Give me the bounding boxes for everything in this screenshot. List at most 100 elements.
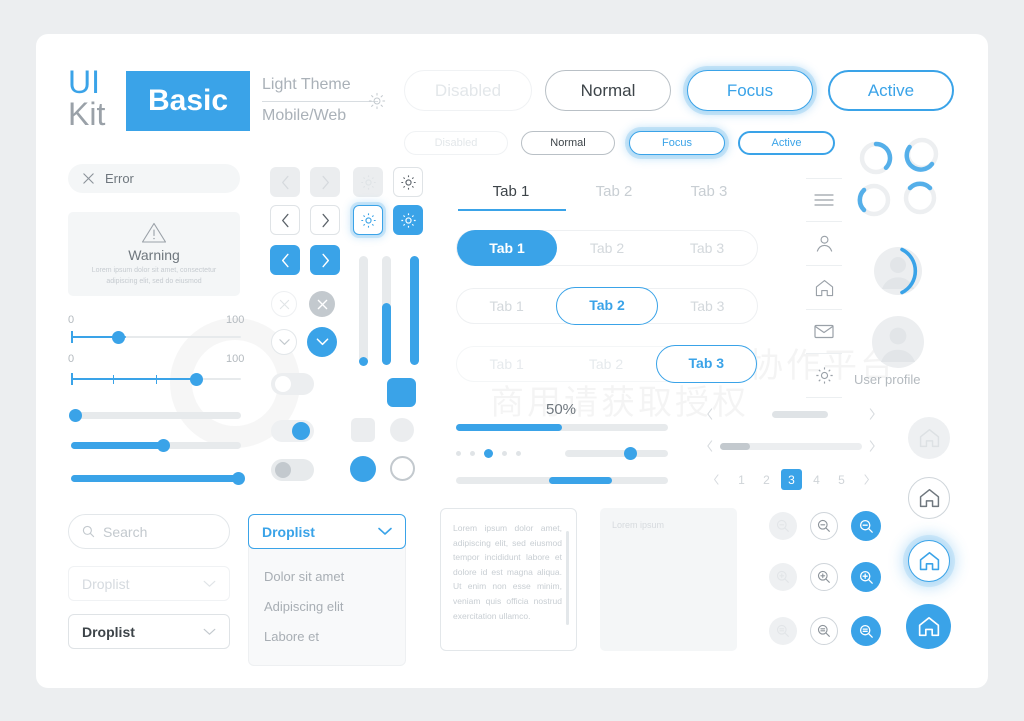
pagination-next[interactable] — [856, 469, 877, 490]
zoom-out-button-active[interactable] — [851, 511, 881, 541]
slider-knob-1[interactable] — [112, 331, 125, 344]
home-button-focus[interactable] — [908, 540, 950, 582]
chevron-down-icon[interactable] — [203, 628, 216, 636]
zoom-in-button-normal[interactable] — [810, 563, 838, 591]
toggle-on-active[interactable] — [271, 420, 314, 442]
vertical-slider-knob-1[interactable] — [359, 357, 368, 366]
tab-group-ghost[interactable]: Tab 1 Tab 2 Tab 3 — [456, 345, 758, 383]
prev-button-active[interactable] — [270, 245, 300, 275]
pagination-page-1[interactable]: 1 — [731, 469, 752, 490]
search-input[interactable]: Search — [68, 514, 230, 549]
button-active-small[interactable]: Active — [738, 131, 835, 155]
tab-3[interactable]: Tab 3 — [658, 288, 757, 324]
icon-sidebar[interactable] — [806, 178, 842, 398]
pagination-page-4[interactable]: 4 — [806, 469, 827, 490]
tab-underline-row[interactable]: Tab 1 Tab 2 Tab 3 — [458, 183, 754, 211]
button-normal-small[interactable]: Normal — [521, 131, 615, 155]
check-circle-active[interactable] — [307, 327, 337, 357]
slider-knob-4[interactable] — [157, 439, 170, 452]
pagination-prev[interactable] — [706, 469, 727, 490]
dot-5[interactable] — [516, 451, 521, 456]
tab-2[interactable]: Tab 2 — [556, 287, 658, 325]
dot-2[interactable] — [470, 451, 475, 456]
textarea-scrollbar[interactable] — [566, 531, 569, 625]
zoom-reset-button-normal[interactable] — [810, 617, 838, 645]
sidebar-item-user[interactable] — [806, 222, 842, 266]
mini-slider-knob[interactable] — [624, 447, 637, 460]
scrollbar-thumb[interactable] — [720, 442, 750, 450]
home-button-normal[interactable] — [908, 477, 950, 519]
gear-button-active[interactable] — [393, 205, 423, 235]
pagination-page-2[interactable]: 2 — [756, 469, 777, 490]
textarea-placeholder[interactable]: Lorem ipsum — [600, 508, 737, 651]
scrollbar-row-2[interactable] — [706, 440, 876, 452]
button-focus-large[interactable]: Focus — [687, 70, 813, 111]
tab-1[interactable]: Tab 1 — [457, 346, 556, 382]
dot-3-active[interactable] — [484, 449, 493, 458]
tab-1[interactable]: Tab 1 — [457, 288, 556, 324]
sidebar-item-menu[interactable] — [806, 178, 842, 222]
sidebar-item-mail[interactable] — [806, 310, 842, 354]
home-button-active[interactable] — [906, 604, 951, 649]
chevron-left-icon[interactable] — [706, 408, 714, 420]
error-alert[interactable]: Error — [68, 164, 240, 193]
vertical-slider-track-1[interactable] — [359, 256, 368, 365]
slider-track-3[interactable] — [71, 412, 241, 419]
tab-1[interactable]: Tab 1 — [457, 230, 557, 266]
radio-unchecked[interactable] — [390, 418, 414, 442]
toggle-knob[interactable] — [275, 462, 291, 478]
pagination-page-5[interactable]: 5 — [831, 469, 852, 490]
pagination[interactable]: 1 2 3 4 5 — [706, 469, 877, 490]
zoom-in-button-active[interactable] — [851, 562, 881, 592]
gear-button-focus[interactable] — [353, 205, 383, 235]
droplist-option-3[interactable]: Labore et — [249, 621, 405, 651]
tab-3[interactable]: Tab 3 — [657, 230, 757, 266]
radio-checked[interactable] — [350, 456, 376, 482]
zoom-reset-button-active[interactable] — [851, 616, 881, 646]
droplist-open-trigger[interactable]: Droplist — [248, 514, 406, 549]
carousel-dots[interactable] — [456, 449, 521, 458]
droplist-normal[interactable]: Droplist — [68, 614, 230, 649]
chevron-right-icon[interactable] — [868, 440, 876, 452]
gear-button-normal[interactable] — [393, 167, 423, 197]
next-button-normal[interactable] — [310, 205, 340, 235]
tab-1[interactable]: Tab 1 — [458, 183, 564, 200]
dot-1[interactable] — [456, 451, 461, 456]
slider-knob-3[interactable] — [69, 409, 82, 422]
range-slider-fill[interactable] — [549, 477, 612, 484]
tab-3[interactable]: Tab 3 — [664, 183, 754, 200]
chevron-right-icon[interactable] — [868, 408, 876, 420]
tab-2[interactable]: Tab 2 — [557, 230, 657, 266]
tab-3[interactable]: Tab 3 — [655, 345, 757, 383]
slider-knob-2[interactable] — [190, 373, 203, 386]
tab-2[interactable]: Tab 2 — [556, 346, 655, 382]
checkbox-checked[interactable] — [387, 378, 416, 407]
close-icon[interactable] — [82, 172, 95, 185]
tab-group-filled[interactable]: Tab 1 Tab 2 Tab 3 — [456, 230, 758, 266]
chevron-down-icon[interactable] — [378, 527, 392, 536]
tab-group-outline[interactable]: Tab 1 Tab 2 Tab 3 — [456, 287, 758, 325]
zoom-out-button-normal[interactable] — [810, 512, 838, 540]
button-active-large[interactable]: Active — [828, 70, 954, 111]
textarea-filled[interactable]: Lorem ipsum dolor amet, adipiscing elit,… — [440, 508, 577, 651]
mini-slider-track[interactable] — [565, 450, 668, 457]
chevron-left-icon[interactable] — [706, 440, 714, 452]
dot-4[interactable] — [502, 451, 507, 456]
check-circle-normal[interactable] — [271, 329, 297, 355]
scrollbar-row-1[interactable] — [706, 408, 876, 420]
button-normal-large[interactable]: Normal — [545, 70, 671, 111]
tab-2[interactable]: Tab 2 — [564, 183, 664, 200]
droplist-option-2[interactable]: Adipiscing elit — [249, 591, 405, 621]
close-circle-filled[interactable] — [309, 291, 335, 317]
button-focus-small[interactable]: Focus — [629, 131, 725, 155]
checkbox-unchecked[interactable] — [351, 418, 375, 442]
prev-button-normal[interactable] — [270, 205, 300, 235]
pagination-page-3[interactable]: 3 — [781, 469, 802, 490]
droplist-menu[interactable]: Dolor sit amet Adipiscing elit Labore et — [248, 542, 406, 666]
slider-knob-5[interactable] — [232, 472, 245, 485]
sidebar-item-settings[interactable] — [806, 354, 842, 398]
toggle-knob[interactable] — [292, 422, 310, 440]
next-button-active[interactable] — [310, 245, 340, 275]
scrollbar-thumb[interactable] — [772, 410, 828, 418]
droplist-option-1[interactable]: Dolor sit amet — [249, 561, 405, 591]
